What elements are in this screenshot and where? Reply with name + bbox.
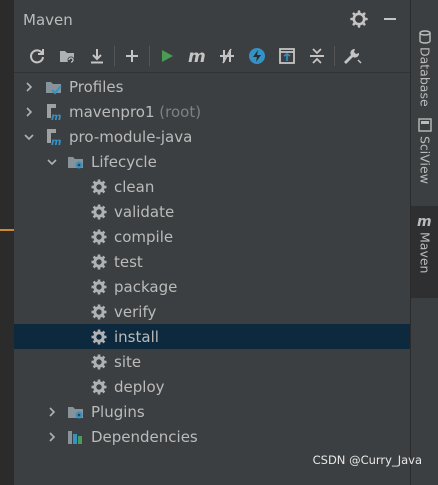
project-name: mavenpro1 [69, 102, 155, 121]
right-tool-strip: Database SciView m Maven [410, 0, 438, 485]
skip-tests-icon[interactable] [242, 42, 272, 70]
toggle-offline-icon[interactable] [212, 42, 242, 70]
chevron-right-icon[interactable] [22, 105, 36, 119]
chevron-down-icon[interactable] [22, 130, 36, 144]
maven-project-tree: Profiles m mavenpro1 (root) m pro-module… [14, 74, 410, 449]
reload-icon[interactable] [22, 42, 52, 70]
svg-text:m: m [51, 137, 61, 146]
settings-wrench-icon[interactable] [337, 42, 367, 70]
gear-icon [90, 203, 108, 221]
maven-module-icon: m [45, 103, 63, 121]
maven-toolbar: m [14, 40, 410, 73]
maven-tab-icon: m [417, 214, 433, 228]
download-icon[interactable] [82, 42, 112, 70]
tree-item-profiles[interactable]: Profiles [14, 74, 410, 99]
tab-database[interactable]: Database [411, 30, 438, 107]
root-suffix: (root) [159, 102, 202, 121]
collapse-all-icon[interactable] [302, 42, 332, 70]
tree-item-label: Dependencies [91, 427, 198, 446]
gear-icon [90, 253, 108, 271]
tab-label: SciView [417, 136, 433, 184]
chevron-right-icon[interactable] [45, 405, 59, 419]
maven-module-icon: m [45, 128, 63, 146]
tree-item-label: Profiles [69, 77, 124, 96]
chevron-right-icon[interactable] [45, 430, 59, 444]
run-icon[interactable] [152, 42, 182, 70]
chevron-right-icon[interactable] [22, 80, 36, 94]
tree-item-plugins[interactable]: Plugins [14, 399, 410, 424]
lifecycle-folder-icon [67, 153, 85, 171]
goal-label: package [114, 277, 178, 296]
generate-sources-icon[interactable] [52, 42, 82, 70]
goal-package[interactable]: package [14, 274, 410, 299]
svg-text:m: m [417, 214, 432, 228]
tab-maven[interactable]: m Maven [411, 206, 438, 298]
goal-verify[interactable]: verify [14, 299, 410, 324]
goal-validate[interactable]: validate [14, 199, 410, 224]
svg-text:m: m [51, 112, 61, 121]
goal-label: deploy [114, 377, 165, 396]
goal-install[interactable]: install [14, 324, 410, 349]
show-dependencies-icon[interactable] [272, 42, 302, 70]
tab-label: Maven [417, 232, 433, 274]
tab-label: Database [417, 47, 433, 107]
minimize-icon[interactable] [382, 11, 398, 27]
editor-marker [0, 229, 14, 231]
editor-edge [0, 0, 14, 485]
database-icon [418, 30, 432, 44]
plugins-folder-icon [67, 403, 85, 421]
maven-tool-window: Maven m Profiles m mavenpro1 (root) m pr… [14, 0, 410, 485]
tree-item-label: Lifecycle [91, 152, 157, 171]
maven-goal-icon[interactable]: m [182, 42, 212, 70]
tree-item-project-module[interactable]: m pro-module-java [14, 124, 410, 149]
goal-label: install [114, 327, 159, 346]
gear-icon [90, 378, 108, 396]
profiles-folder-icon [45, 78, 63, 96]
tree-item-project-root[interactable]: m mavenpro1 (root) [14, 99, 410, 124]
sciview-icon [418, 118, 432, 132]
gear-icon [90, 303, 108, 321]
tree-item-label: pro-module-java [69, 127, 193, 146]
dependencies-icon [67, 428, 85, 446]
goal-label: test [114, 252, 143, 271]
watermark: CSDN @Curry_Java [312, 453, 422, 467]
goal-deploy[interactable]: deploy [14, 374, 410, 399]
gear-icon [90, 228, 108, 246]
goal-test[interactable]: test [14, 249, 410, 274]
goal-clean[interactable]: clean [14, 174, 410, 199]
svg-text:m: m [188, 48, 206, 64]
settings-gear-icon[interactable] [350, 10, 368, 28]
gear-icon [90, 278, 108, 296]
gear-icon [90, 328, 108, 346]
goal-label: site [114, 352, 142, 371]
panel-header: Maven [14, 0, 410, 40]
tree-item-lifecycle[interactable]: Lifecycle [14, 149, 410, 174]
chevron-down-icon[interactable] [45, 155, 59, 169]
goal-site[interactable]: site [14, 349, 410, 374]
tree-item-dependencies[interactable]: Dependencies [14, 424, 410, 449]
tree-item-label: Plugins [91, 402, 145, 421]
panel-title: Maven [23, 11, 73, 29]
goal-label: clean [114, 177, 155, 196]
gear-icon [90, 353, 108, 371]
goal-compile[interactable]: compile [14, 224, 410, 249]
goal-label: verify [114, 302, 157, 321]
goal-label: validate [114, 202, 175, 221]
tab-sciview[interactable]: SciView [411, 118, 438, 200]
gear-icon [90, 178, 108, 196]
add-icon[interactable] [117, 42, 147, 70]
goal-label: compile [114, 227, 174, 246]
